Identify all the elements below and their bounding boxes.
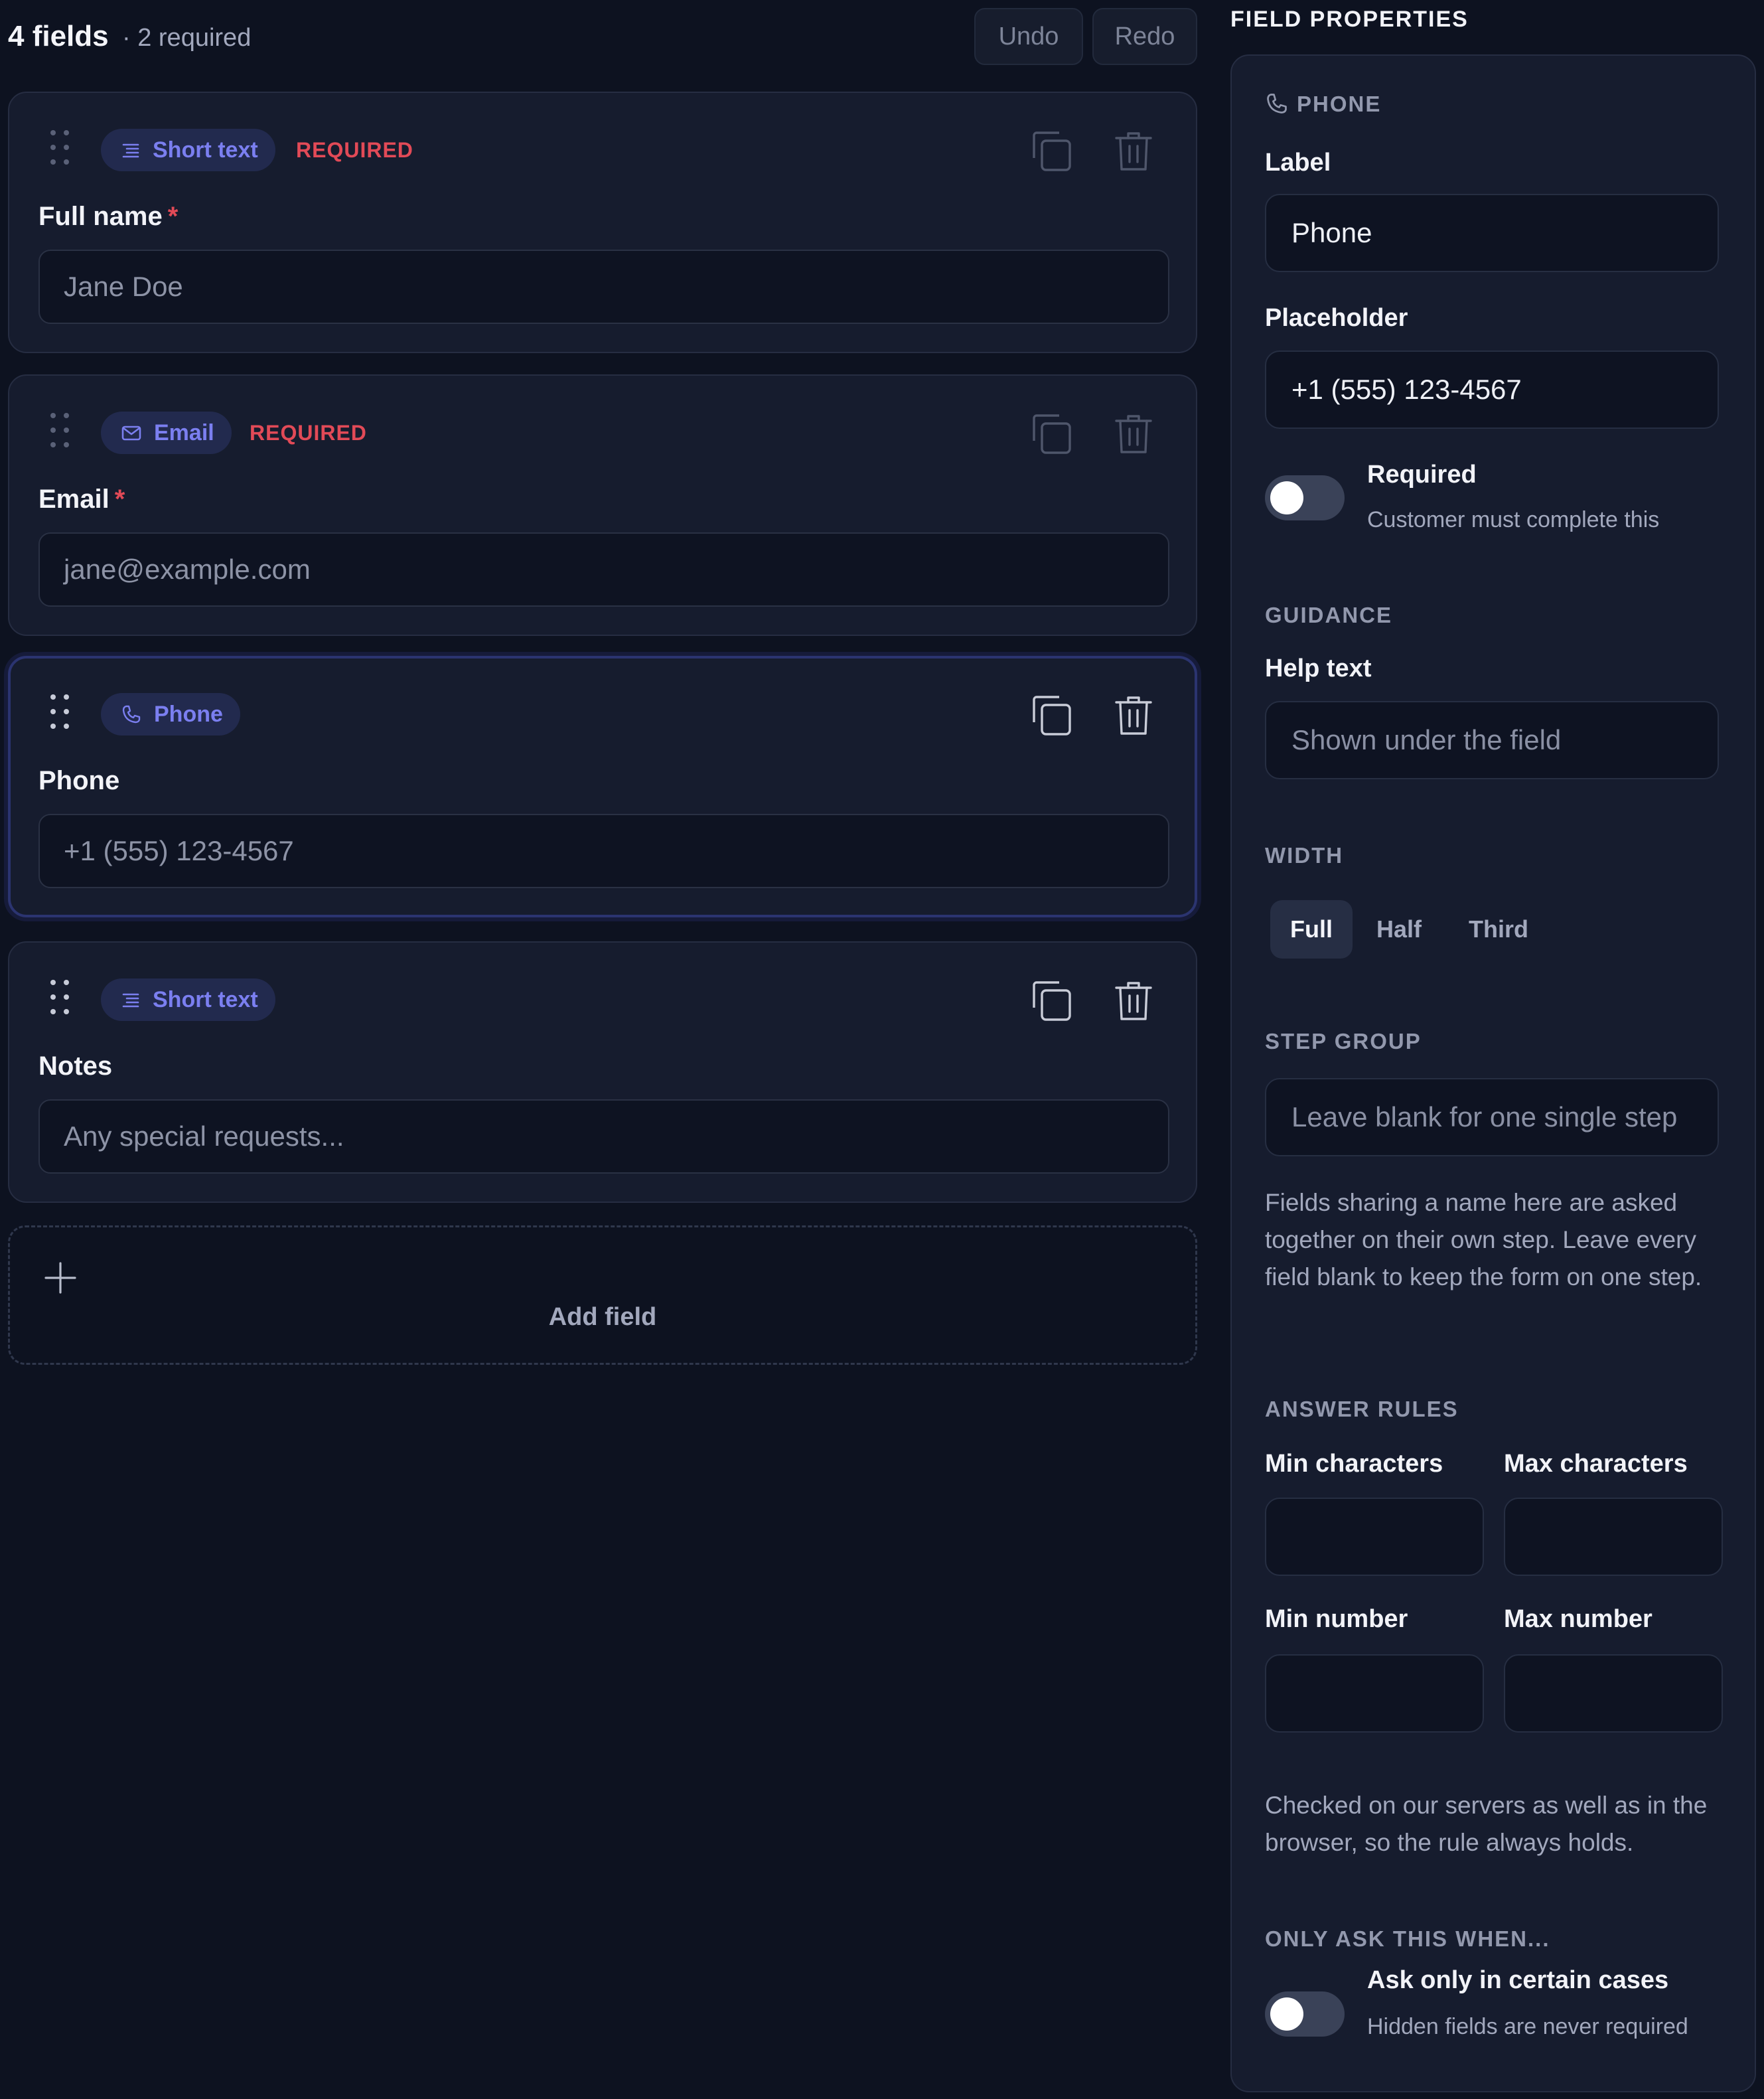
field-type-chip: Email: [101, 412, 232, 454]
min-chars-label: Min characters: [1265, 1450, 1443, 1478]
drag-handle-icon[interactable]: [50, 130, 69, 165]
trash-icon[interactable]: [1110, 977, 1157, 1025]
max-chars-input[interactable]: [1504, 1498, 1723, 1576]
toggle-knob: [1270, 481, 1303, 514]
list-header: 4 fields · 2 required Undo Redo: [8, 0, 1197, 74]
field-card-full-name[interactable]: Short text REQUIRED Full name * Jane Doe: [8, 92, 1197, 353]
width-option-half[interactable]: Half: [1358, 900, 1440, 959]
conditional-toggle-title: Ask only in certain cases: [1367, 1966, 1669, 1994]
field-type-chip: Short text: [101, 129, 275, 171]
mail-icon: [121, 426, 141, 441]
width-section: WIDTH: [1265, 843, 1344, 868]
field-type-label: Short text: [153, 137, 258, 163]
required-badge: REQUIRED: [250, 421, 367, 445]
field-label-text: Email: [38, 485, 110, 514]
field-type-label: Email: [154, 420, 214, 445]
field-type-heading: PHONE: [1297, 92, 1382, 116]
max-number-input[interactable]: [1504, 1654, 1723, 1733]
min-chars-input[interactable]: [1265, 1498, 1484, 1576]
placeholder-input[interactable]: +1 (555) 123-4567: [1265, 350, 1719, 429]
help-text-label: Help text: [1265, 655, 1372, 682]
field-type-chip: Short text: [101, 978, 275, 1021]
guidance-section: GUIDANCE: [1265, 603, 1393, 627]
required-asterisk: *: [167, 202, 179, 231]
field-properties-panel: PHONE Label Phone Placeholder +1 (555) 1…: [1230, 54, 1756, 2092]
conditional-section: ONLY ASK THIS WHEN...: [1265, 1926, 1550, 1951]
required-toggle-title: Required: [1367, 461, 1477, 489]
toggle-knob: [1270, 1997, 1303, 2031]
field-label: Email *: [38, 485, 125, 514]
field-type-chip: Phone: [101, 693, 240, 736]
field-label: Notes: [38, 1051, 113, 1081]
field-preview-input[interactable]: Any special requests...: [38, 1099, 1169, 1174]
drag-handle-icon[interactable]: [50, 694, 69, 729]
field-type-label: Short text: [153, 986, 258, 1012]
step-group-help: Fields sharing a name here are asked tog…: [1265, 1189, 1702, 1290]
form-builder: 4 fields · 2 required Undo Redo Short te…: [0, 0, 1764, 2099]
rules-help: Checked on our servers as well as in the…: [1265, 1792, 1708, 1856]
panel-title: FIELD PROPERTIES: [1230, 7, 1469, 32]
field-card-phone[interactable]: Phone Phone +1 (555) 123-4567: [8, 656, 1197, 917]
plus-icon: [44, 1262, 76, 1294]
field-preview-input[interactable]: +1 (555) 123-4567: [38, 814, 1169, 888]
placeholder-field-label: Placeholder: [1265, 304, 1408, 332]
field-label: Full name *: [38, 202, 178, 232]
min-number-input[interactable]: [1265, 1654, 1484, 1733]
width-option-full[interactable]: Full: [1270, 900, 1353, 959]
duplicate-icon[interactable]: [1027, 127, 1075, 175]
redo-button[interactable]: Redo: [1092, 8, 1197, 65]
required-toggle[interactable]: [1265, 475, 1345, 520]
field-label-text: Full name: [38, 202, 163, 231]
add-field-button[interactable]: Add field: [8, 1225, 1197, 1365]
field-card-notes[interactable]: Short text Notes Any special requests...: [8, 941, 1197, 1203]
short-text-icon: [122, 143, 139, 158]
field-preview-input[interactable]: jane@example.com: [38, 532, 1169, 607]
required-badge: REQUIRED: [296, 138, 413, 162]
min-number-label: Min number: [1265, 1605, 1408, 1633]
step-group-input[interactable]: Leave blank for one single step: [1265, 1078, 1719, 1156]
required-count: · 2 required: [122, 24, 252, 52]
label-field-label: Label: [1265, 149, 1331, 177]
field-type-label: Phone: [154, 701, 223, 727]
drag-handle-icon[interactable]: [50, 980, 69, 1014]
required-asterisk: *: [114, 485, 125, 514]
field-preview-input[interactable]: Jane Doe: [38, 250, 1169, 324]
label-input[interactable]: Phone: [1265, 194, 1719, 272]
undo-button[interactable]: Undo: [974, 8, 1083, 65]
trash-icon[interactable]: [1110, 127, 1157, 175]
drag-handle-icon[interactable]: [50, 413, 69, 447]
add-field-label: Add field: [548, 1303, 657, 1331]
duplicate-icon[interactable]: [1027, 692, 1075, 739]
phone-icon: [122, 705, 141, 724]
conditional-toggle[interactable]: [1265, 1991, 1345, 2037]
conditional-toggle-sub: Hidden fields are never required: [1367, 2014, 1688, 2039]
max-chars-label: Max characters: [1504, 1450, 1688, 1478]
help-text-input[interactable]: Shown under the field: [1265, 701, 1719, 779]
field-list: 4 fields · 2 required Undo Redo Short te…: [8, 0, 1197, 1365]
max-number-label: Max number: [1504, 1605, 1653, 1633]
step-group-section: STEP GROUP: [1265, 1029, 1422, 1053]
required-toggle-sub: Customer must complete this: [1367, 507, 1660, 532]
duplicate-icon[interactable]: [1027, 977, 1075, 1025]
answer-rules-section: ANSWER RULES: [1265, 1397, 1459, 1421]
short-text-icon: [122, 993, 139, 1008]
field-count: 4 fields: [8, 20, 109, 52]
width-option-third[interactable]: Third: [1445, 900, 1552, 959]
field-card-email[interactable]: Email REQUIRED Email * jane@example.com: [8, 374, 1197, 636]
trash-icon[interactable]: [1110, 692, 1157, 739]
field-label: Phone: [38, 766, 120, 795]
duplicate-icon[interactable]: [1027, 410, 1075, 458]
trash-icon[interactable]: [1110, 410, 1157, 458]
phone-icon: [1267, 94, 1287, 114]
